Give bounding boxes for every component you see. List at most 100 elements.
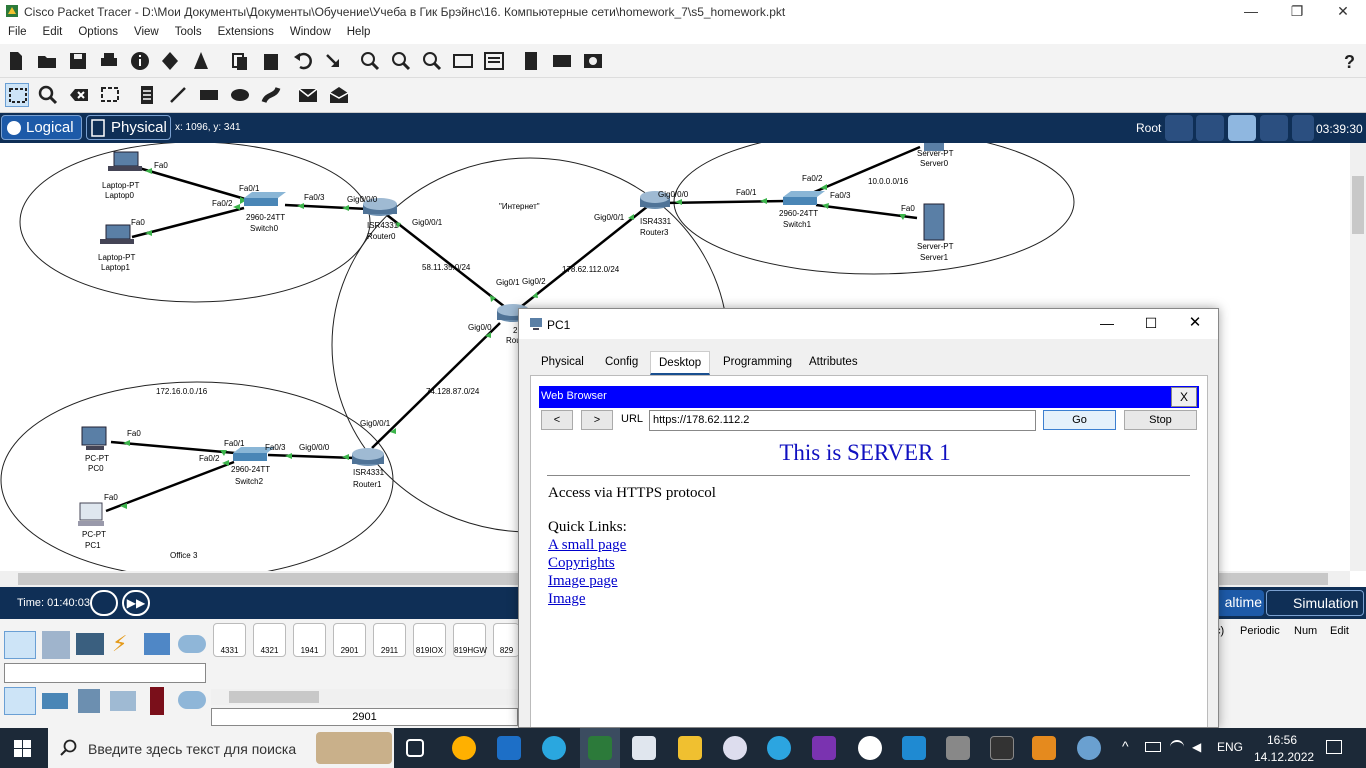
tab-physical[interactable]: Physical (533, 351, 592, 375)
custom-devices-icon[interactable] (482, 49, 506, 73)
multiuser-icon[interactable] (178, 635, 206, 653)
language-indicator[interactable]: ENG (1217, 740, 1243, 754)
global-clock-icon[interactable] (1292, 115, 1314, 141)
taskbar-search[interactable]: Введите здесь текст для поиска (48, 728, 394, 768)
close-button[interactable]: ✕ (1320, 0, 1366, 24)
viewport-icon[interactable] (1260, 115, 1288, 141)
device-category-field[interactable] (4, 663, 206, 683)
paste-icon[interactable] (259, 49, 283, 73)
url-input[interactable]: https://178.62.112.2 (649, 410, 1036, 431)
delete-icon[interactable] (67, 83, 91, 107)
help-icon[interactable]: ? (1337, 49, 1361, 73)
activity-wizard-icon[interactable] (189, 49, 213, 73)
miscellaneous-icon[interactable] (144, 633, 170, 655)
vertical-scrollbar[interactable] (1350, 143, 1366, 571)
realtime-button[interactable]: altime (1212, 590, 1264, 616)
zoom-reset-icon[interactable] (389, 49, 413, 73)
device-819hgw[interactable]: 819HGW (453, 623, 487, 657)
forward-button[interactable]: > (581, 410, 613, 430)
network-devices-icon[interactable] (4, 631, 36, 659)
cloud-icon[interactable] (1196, 115, 1224, 141)
power-cycle-icon[interactable] (90, 590, 118, 616)
physical-view-button[interactable]: Physical (86, 115, 171, 140)
undo-icon[interactable] (290, 49, 314, 73)
paint-icon[interactable] (632, 736, 656, 760)
packet-tracer-task-icon[interactable] (588, 736, 612, 760)
menu-options[interactable]: Options (70, 24, 126, 38)
new-file-icon[interactable] (4, 49, 28, 73)
zoom-out-icon[interactable] (420, 49, 444, 73)
simulation-button[interactable]: Simulation (1266, 590, 1364, 616)
go-button[interactable]: Go (1043, 410, 1116, 430)
onenote-icon[interactable] (812, 736, 836, 760)
notifications-icon[interactable] (1326, 740, 1342, 754)
opera-icon[interactable] (452, 736, 476, 760)
volume-icon[interactable]: ◀ (1192, 740, 1206, 754)
menu-tools[interactable]: Tools (167, 24, 210, 38)
yandex-browser-icon[interactable] (858, 736, 882, 760)
device-4331[interactable]: 4331 (213, 623, 246, 657)
menu-window[interactable]: Window (282, 24, 339, 38)
add-simple-pdu-icon[interactable] (296, 83, 320, 107)
draw-ellipse-icon[interactable] (228, 83, 252, 107)
minimize-button[interactable]: — (1228, 0, 1274, 24)
device-1941[interactable]: 1941 (293, 623, 326, 657)
components-icon[interactable] (76, 633, 104, 655)
pc1-maximize-button[interactable]: ☐ (1131, 309, 1171, 339)
menu-edit[interactable]: Edit (35, 24, 71, 38)
copy-icon[interactable] (228, 49, 252, 73)
connections-icon[interactable]: ⚡ (112, 631, 136, 659)
windows-start-icon[interactable] (14, 740, 31, 757)
wireless-devices-icon[interactable] (110, 691, 136, 711)
tab-desktop[interactable]: Desktop (650, 351, 711, 375)
switches-icon[interactable] (42, 693, 68, 709)
print-icon[interactable] (97, 49, 121, 73)
cloud-view-icon[interactable] (581, 49, 605, 73)
edge-icon[interactable] (542, 736, 566, 760)
routers-icon[interactable] (4, 687, 36, 715)
navigation-icon[interactable] (1228, 115, 1256, 141)
inspect-icon[interactable] (36, 83, 60, 107)
tab-programming[interactable]: Programming (715, 351, 800, 375)
device-scroll-thumb[interactable] (229, 691, 319, 703)
pc1-minimize-button[interactable]: — (1087, 309, 1127, 339)
drawing-palette-icon[interactable] (451, 49, 475, 73)
add-complex-pdu-icon[interactable] (327, 83, 351, 107)
security-icon[interactable] (150, 687, 164, 715)
device-2901[interactable]: 2901 (333, 623, 366, 657)
end-devices-icon[interactable] (42, 631, 70, 659)
menu-file[interactable]: File (0, 24, 35, 38)
task-view-icon[interactable] (406, 739, 424, 757)
link-image-page[interactable]: Image page (548, 573, 618, 590)
widgets-icon[interactable] (497, 736, 521, 760)
stop-button[interactable]: Stop (1124, 410, 1197, 430)
redo-icon[interactable] (321, 49, 345, 73)
link-image[interactable]: Image (548, 591, 585, 608)
back-button[interactable]: < (541, 410, 573, 430)
draw-rectangle-icon[interactable] (197, 83, 221, 107)
cluster-icon[interactable] (550, 49, 574, 73)
restore-button[interactable]: ❐ (1274, 0, 1320, 24)
wifi-icon[interactable] (1170, 740, 1184, 754)
tab-config[interactable]: Config (597, 351, 646, 375)
hubs-icon[interactable] (78, 689, 100, 713)
device-scrollbar[interactable] (211, 689, 518, 705)
draw-line-icon[interactable] (166, 83, 190, 107)
back-icon[interactable] (1165, 115, 1193, 141)
device-829[interactable]: 829 (493, 623, 519, 657)
device-819iox[interactable]: 819IOX (413, 623, 446, 657)
battery-icon[interactable] (1145, 742, 1161, 752)
web-browser-close-button[interactable]: X (1171, 387, 1197, 407)
resize-icon[interactable] (98, 83, 122, 107)
wan-emulation-icon[interactable] (178, 691, 206, 709)
file-explorer-icon[interactable] (678, 736, 702, 760)
terminal-icon[interactable] (990, 736, 1014, 760)
tab-attributes[interactable]: Attributes (801, 351, 866, 375)
network-info-icon[interactable] (158, 49, 182, 73)
palette-app-icon[interactable] (1077, 736, 1101, 760)
notes-icon[interactable] (519, 49, 543, 73)
media-player-icon[interactable] (1032, 736, 1056, 760)
select-tool-icon[interactable] (5, 83, 29, 107)
calculator-icon[interactable] (946, 736, 970, 760)
fast-forward-icon[interactable]: ▶▶ (122, 590, 150, 616)
